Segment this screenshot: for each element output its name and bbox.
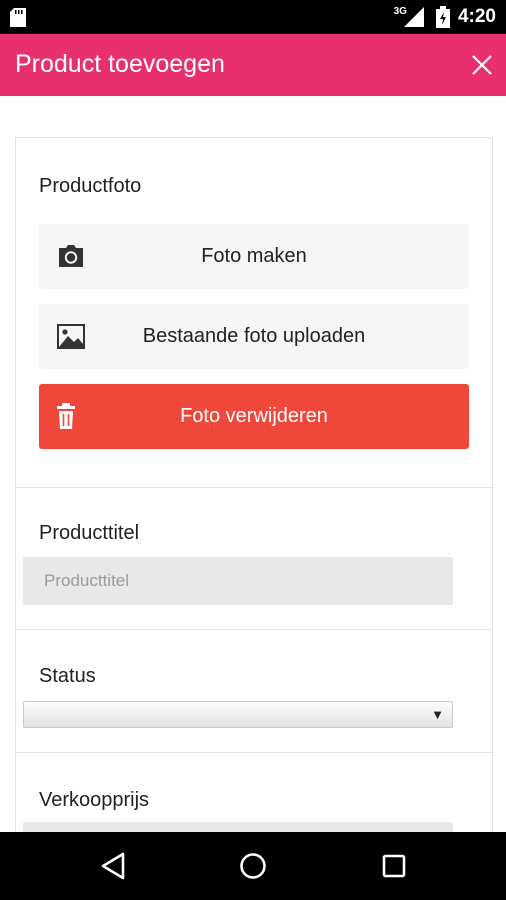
status-section: Status (16, 629, 492, 753)
title-label: Producttitel (39, 522, 140, 544)
home-icon (240, 853, 266, 879)
back-icon (101, 852, 125, 880)
back-button[interactable] (96, 848, 132, 884)
status-select[interactable]: ▼ (23, 701, 453, 728)
page-title: Product toevoegen (15, 50, 225, 78)
recents-icon (382, 854, 406, 878)
network-type: 3G (393, 5, 407, 17)
battery-icon (435, 6, 450, 28)
upload-photo-button[interactable]: Bestaande foto uploaden (39, 304, 469, 369)
photo-label: Productfoto (39, 175, 142, 197)
status-bar: 3G 4:20 (0, 0, 506, 34)
home-button[interactable] (235, 848, 271, 884)
delete-photo-label: Foto verwijderen (180, 405, 328, 427)
product-form: Productfoto Foto maken Bestaande foto up… (15, 137, 493, 859)
product-title-input[interactable] (23, 557, 453, 605)
price-label: Verkoopprijs (39, 789, 150, 811)
take-photo-button[interactable]: Foto maken (39, 224, 469, 289)
navigation-bar (0, 832, 506, 900)
dropdown-arrow-icon: ▼ (431, 707, 444, 722)
app-bar: Product toevoegen (0, 34, 506, 96)
sd-card-icon (10, 8, 26, 27)
status-label: Status (39, 665, 96, 687)
upload-photo-label: Bestaande foto uploaden (142, 325, 366, 347)
close-button[interactable] (466, 49, 498, 81)
clock: 4:20 (457, 6, 496, 27)
recents-button[interactable] (376, 848, 412, 884)
take-photo-label: Foto maken (201, 245, 307, 267)
delete-photo-button[interactable]: Foto verwijderen (39, 384, 469, 449)
photo-section: Productfoto Foto maken Bestaande foto up… (16, 138, 492, 488)
close-icon (472, 55, 492, 75)
